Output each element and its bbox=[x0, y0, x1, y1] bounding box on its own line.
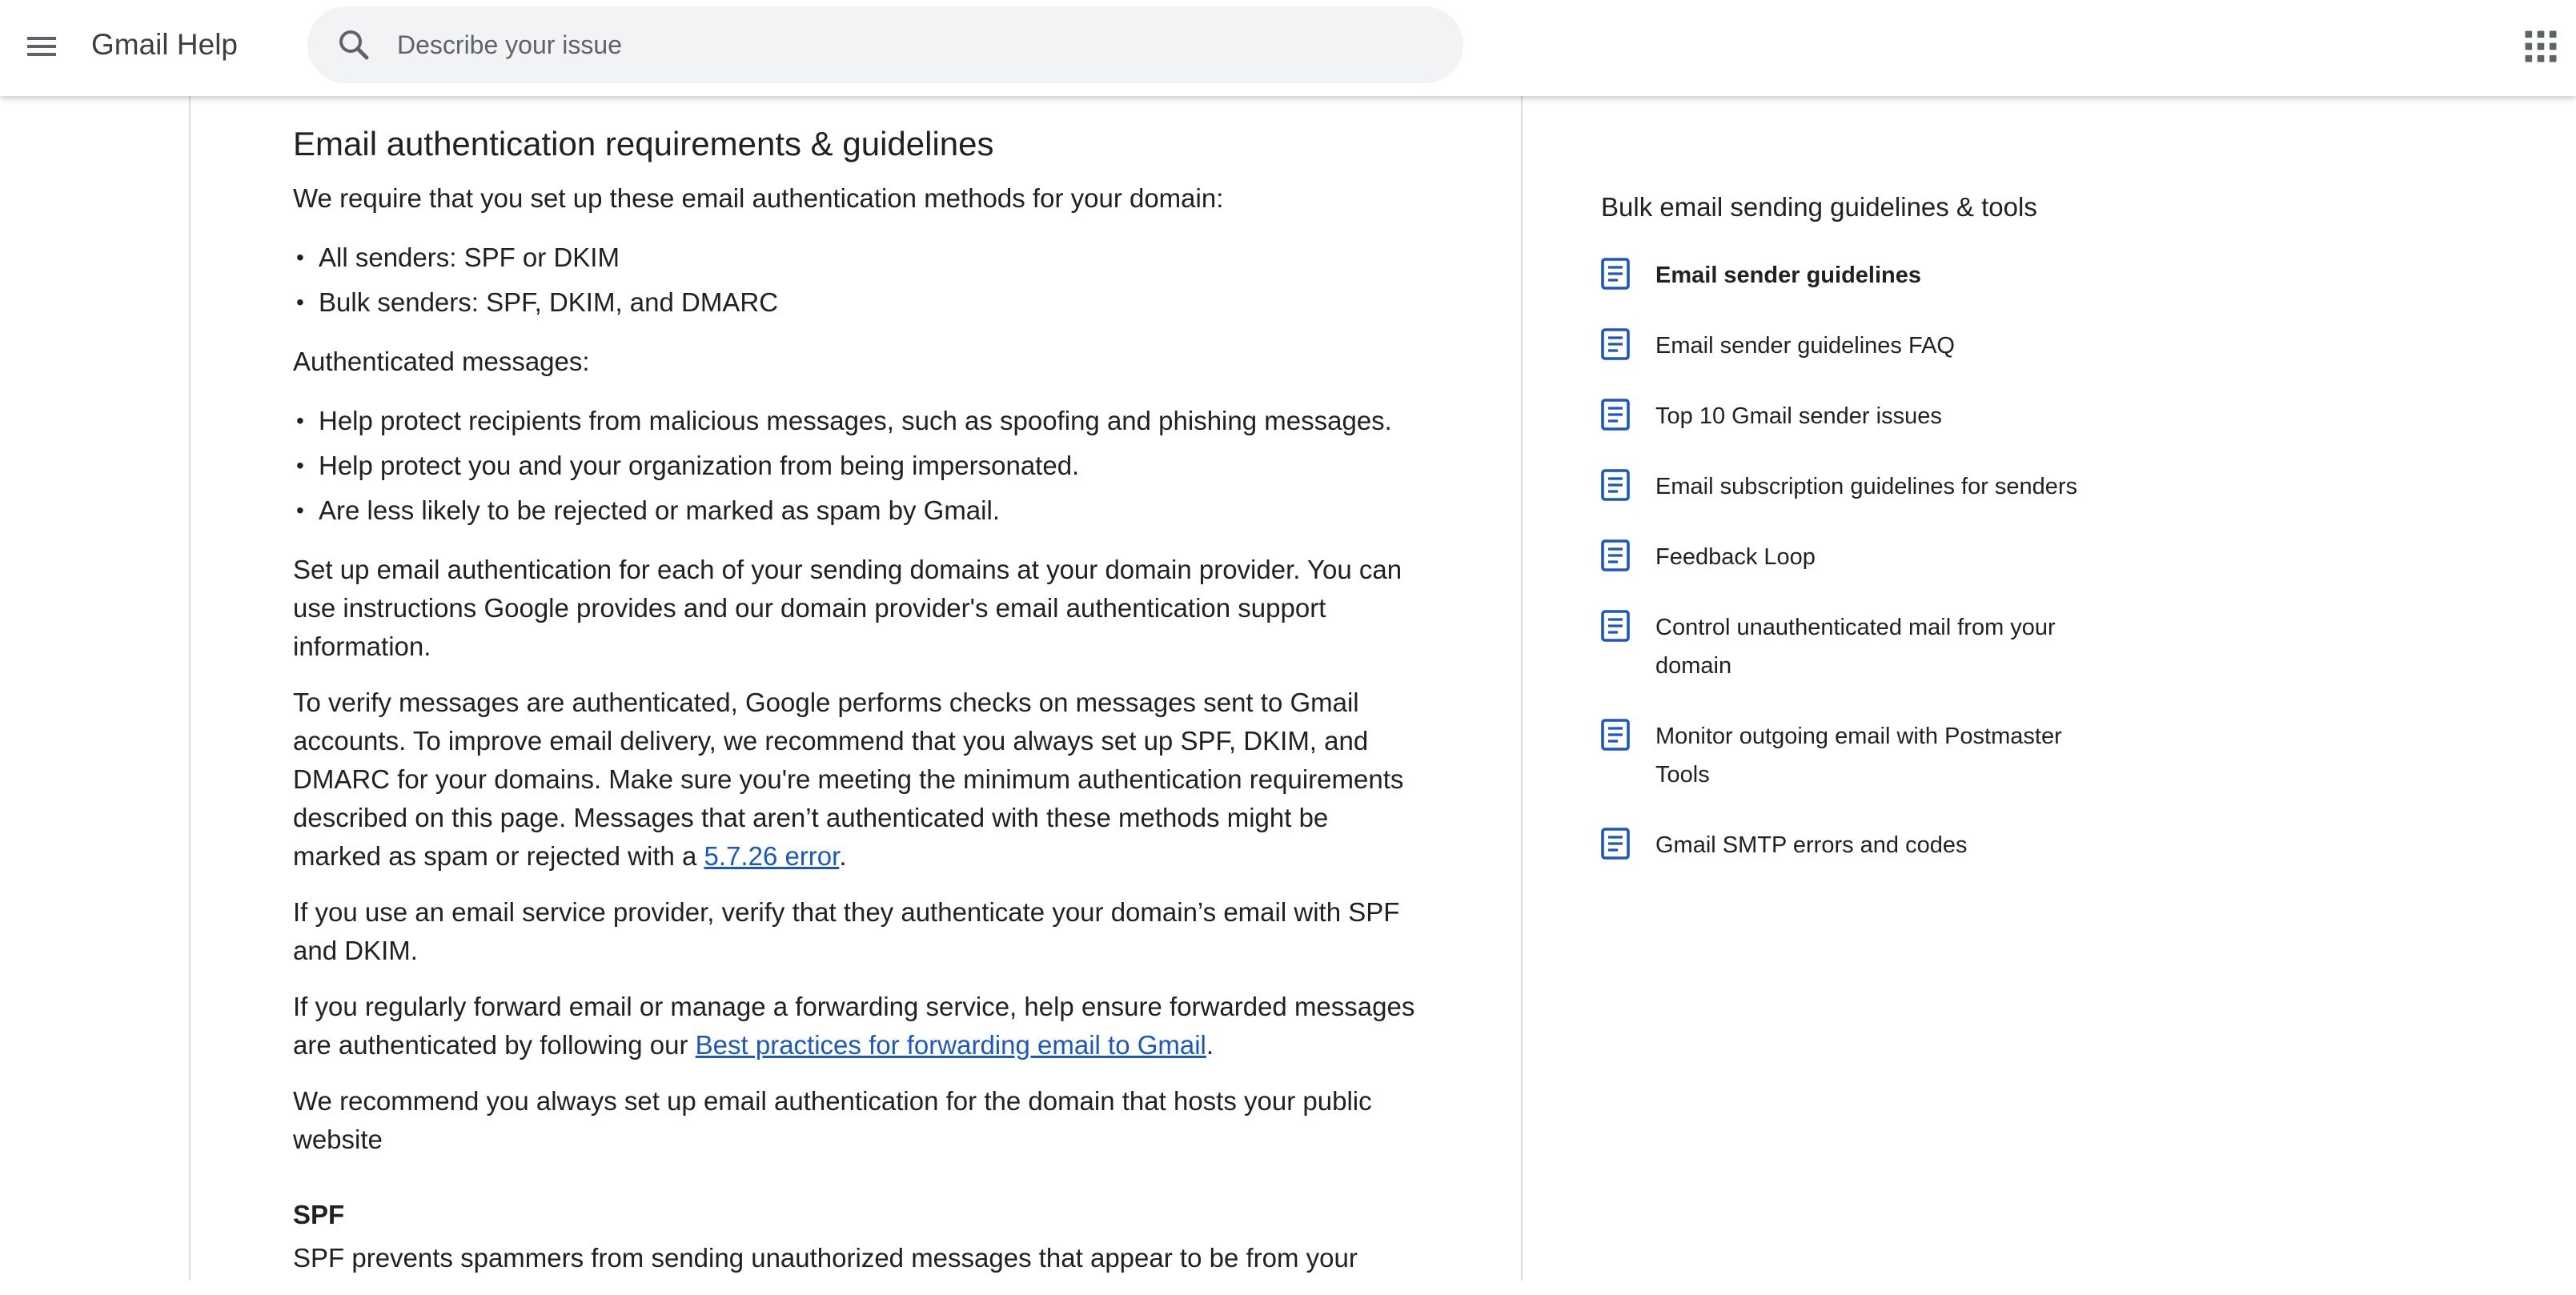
apps-grid-icon bbox=[2525, 30, 2557, 62]
sender-requirements-list: All senders: SPF or DKIM Bulk senders: S… bbox=[293, 235, 1422, 325]
section-heading: Email authentication requirements & guid… bbox=[293, 125, 994, 162]
sidebar-item-label: Control unauthenticated mail from your d… bbox=[1655, 615, 2056, 679]
sidebar-item-email-sender-guidelines-faq[interactable]: Email sender guidelines FAQ bbox=[1601, 327, 2113, 365]
sidebar-item-label: Feedback Loop bbox=[1655, 544, 1816, 570]
verify-text: To verify messages are authenticated, Go… bbox=[293, 688, 1404, 871]
sidebar-item-label: Top 10 Gmail sender issues bbox=[1655, 403, 1942, 429]
related-articles-list: Email sender guidelines Email sender gui… bbox=[1601, 256, 2113, 864]
document-icon bbox=[1601, 469, 1630, 501]
sidebar-title: Bulk email sending guidelines & tools bbox=[1601, 192, 2037, 222]
app-title[interactable]: Gmail Help bbox=[91, 26, 238, 64]
menu-icon bbox=[27, 37, 56, 56]
sidebar-item-gmail-smtp-errors[interactable]: Gmail SMTP errors and codes bbox=[1601, 826, 2113, 864]
sidebar-item-label: Monitor outgoing email with Postmaster T… bbox=[1655, 724, 2062, 788]
intro-paragraph: We require that you set up these email a… bbox=[293, 183, 1224, 213]
sidebar-item-control-unauthenticated-mail[interactable]: Control unauthenticated mail from your d… bbox=[1601, 608, 2113, 685]
document-icon bbox=[1601, 610, 1630, 642]
verify-paragraph: To verify messages are authenticated, Go… bbox=[293, 684, 1422, 876]
forwarding-best-practices-link[interactable]: Best practices for forwarding email to G… bbox=[696, 1030, 1206, 1060]
sidebar-item-label: Gmail SMTP errors and codes bbox=[1655, 832, 1968, 858]
document-icon bbox=[1601, 539, 1630, 571]
forwarding-text-end: . bbox=[1206, 1030, 1214, 1060]
sidebar-item-monitor-outgoing-email[interactable]: Monitor outgoing email with Postmaster T… bbox=[1601, 717, 2113, 794]
document-icon bbox=[1601, 328, 1630, 360]
sidebar-item-feedback-loop[interactable]: Feedback Loop bbox=[1601, 538, 2113, 576]
sidebar-item-top-10-gmail-sender-issues[interactable]: Top 10 Gmail sender issues bbox=[1601, 397, 2113, 435]
sidebar-item-label: Email sender guidelines bbox=[1655, 263, 1921, 288]
list-item: Are less likely to be rejected or marked… bbox=[293, 488, 1422, 533]
sidebar-item-email-sender-guidelines[interactable]: Email sender guidelines bbox=[1601, 256, 2113, 295]
list-item: Bulk senders: SPF, DKIM, and DMARC bbox=[293, 280, 1422, 325]
error-5726-link[interactable]: 5.7.26 error bbox=[704, 841, 840, 871]
authenticated-label: Authenticated messages: bbox=[293, 347, 590, 376]
top-app-bar: Gmail Help bbox=[0, 0, 2576, 96]
search-input[interactable] bbox=[397, 22, 1422, 67]
search-bar[interactable] bbox=[307, 6, 1463, 83]
verify-text-end: . bbox=[839, 841, 847, 871]
recommend-paragraph: We recommend you always set up email aut… bbox=[293, 1086, 1372, 1154]
sidebar-item-email-subscription-guidelines[interactable]: Email subscription guidelines for sender… bbox=[1601, 467, 2113, 506]
forwarding-paragraph: If you regularly forward email or manage… bbox=[293, 988, 1422, 1064]
list-item: All senders: SPF or DKIM bbox=[293, 235, 1422, 280]
list-item: Help protect you and your organization f… bbox=[293, 443, 1422, 488]
document-icon bbox=[1601, 719, 1630, 751]
document-icon bbox=[1601, 399, 1630, 431]
setup-paragraph: Set up email authentication for each of … bbox=[293, 555, 1402, 661]
google-apps-button[interactable] bbox=[2520, 26, 2562, 67]
document-icon bbox=[1601, 828, 1630, 860]
list-item: Help protect recipients from malicious m… bbox=[293, 399, 1422, 443]
benefits-list: Help protect recipients from malicious m… bbox=[293, 399, 1422, 533]
document-icon bbox=[1601, 258, 1630, 290]
sidebar-item-label: Email subscription guidelines for sender… bbox=[1655, 474, 2078, 499]
spf-heading: SPF bbox=[293, 1200, 345, 1229]
sidebar-item-label: Email sender guidelines FAQ bbox=[1655, 333, 1955, 359]
article-content: Email authentication requirements & guid… bbox=[293, 120, 1422, 1295]
provider-paragraph: If you use an email service provider, ve… bbox=[293, 897, 1400, 965]
search-icon[interactable] bbox=[335, 26, 373, 64]
related-articles-sidebar: Bulk email sending guidelines & tools Em… bbox=[1601, 186, 2113, 896]
main-menu-button[interactable] bbox=[22, 27, 61, 66]
spf-paragraph: SPF prevents spammers from sending unaut… bbox=[293, 1243, 1358, 1273]
